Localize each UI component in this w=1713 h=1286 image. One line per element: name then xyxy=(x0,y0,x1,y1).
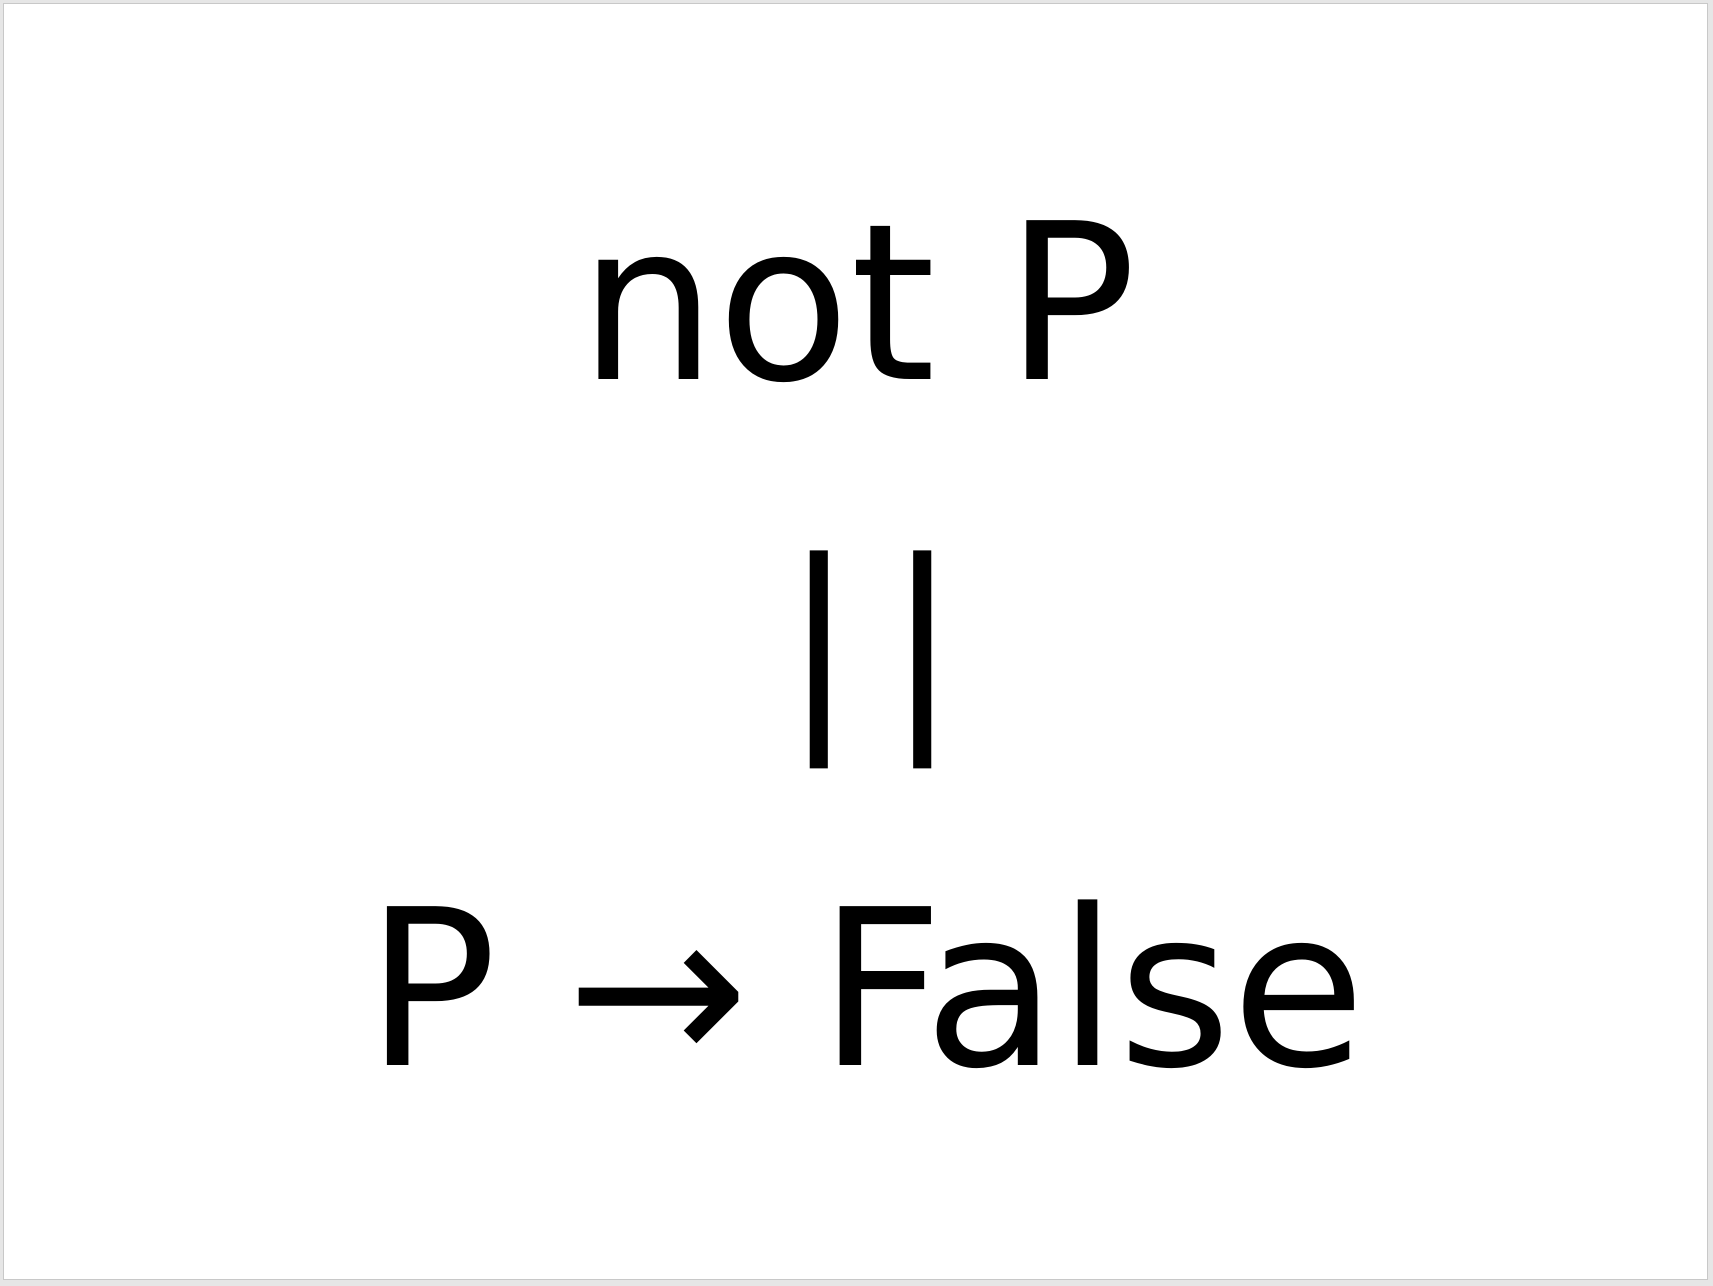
expression-p-implies-false: P → False xyxy=(365,864,1366,1117)
slide-canvas: not P || P → False xyxy=(3,3,1708,1280)
expression-not-p: not P xyxy=(578,178,1137,431)
equivalence-symbol: || xyxy=(782,516,989,769)
